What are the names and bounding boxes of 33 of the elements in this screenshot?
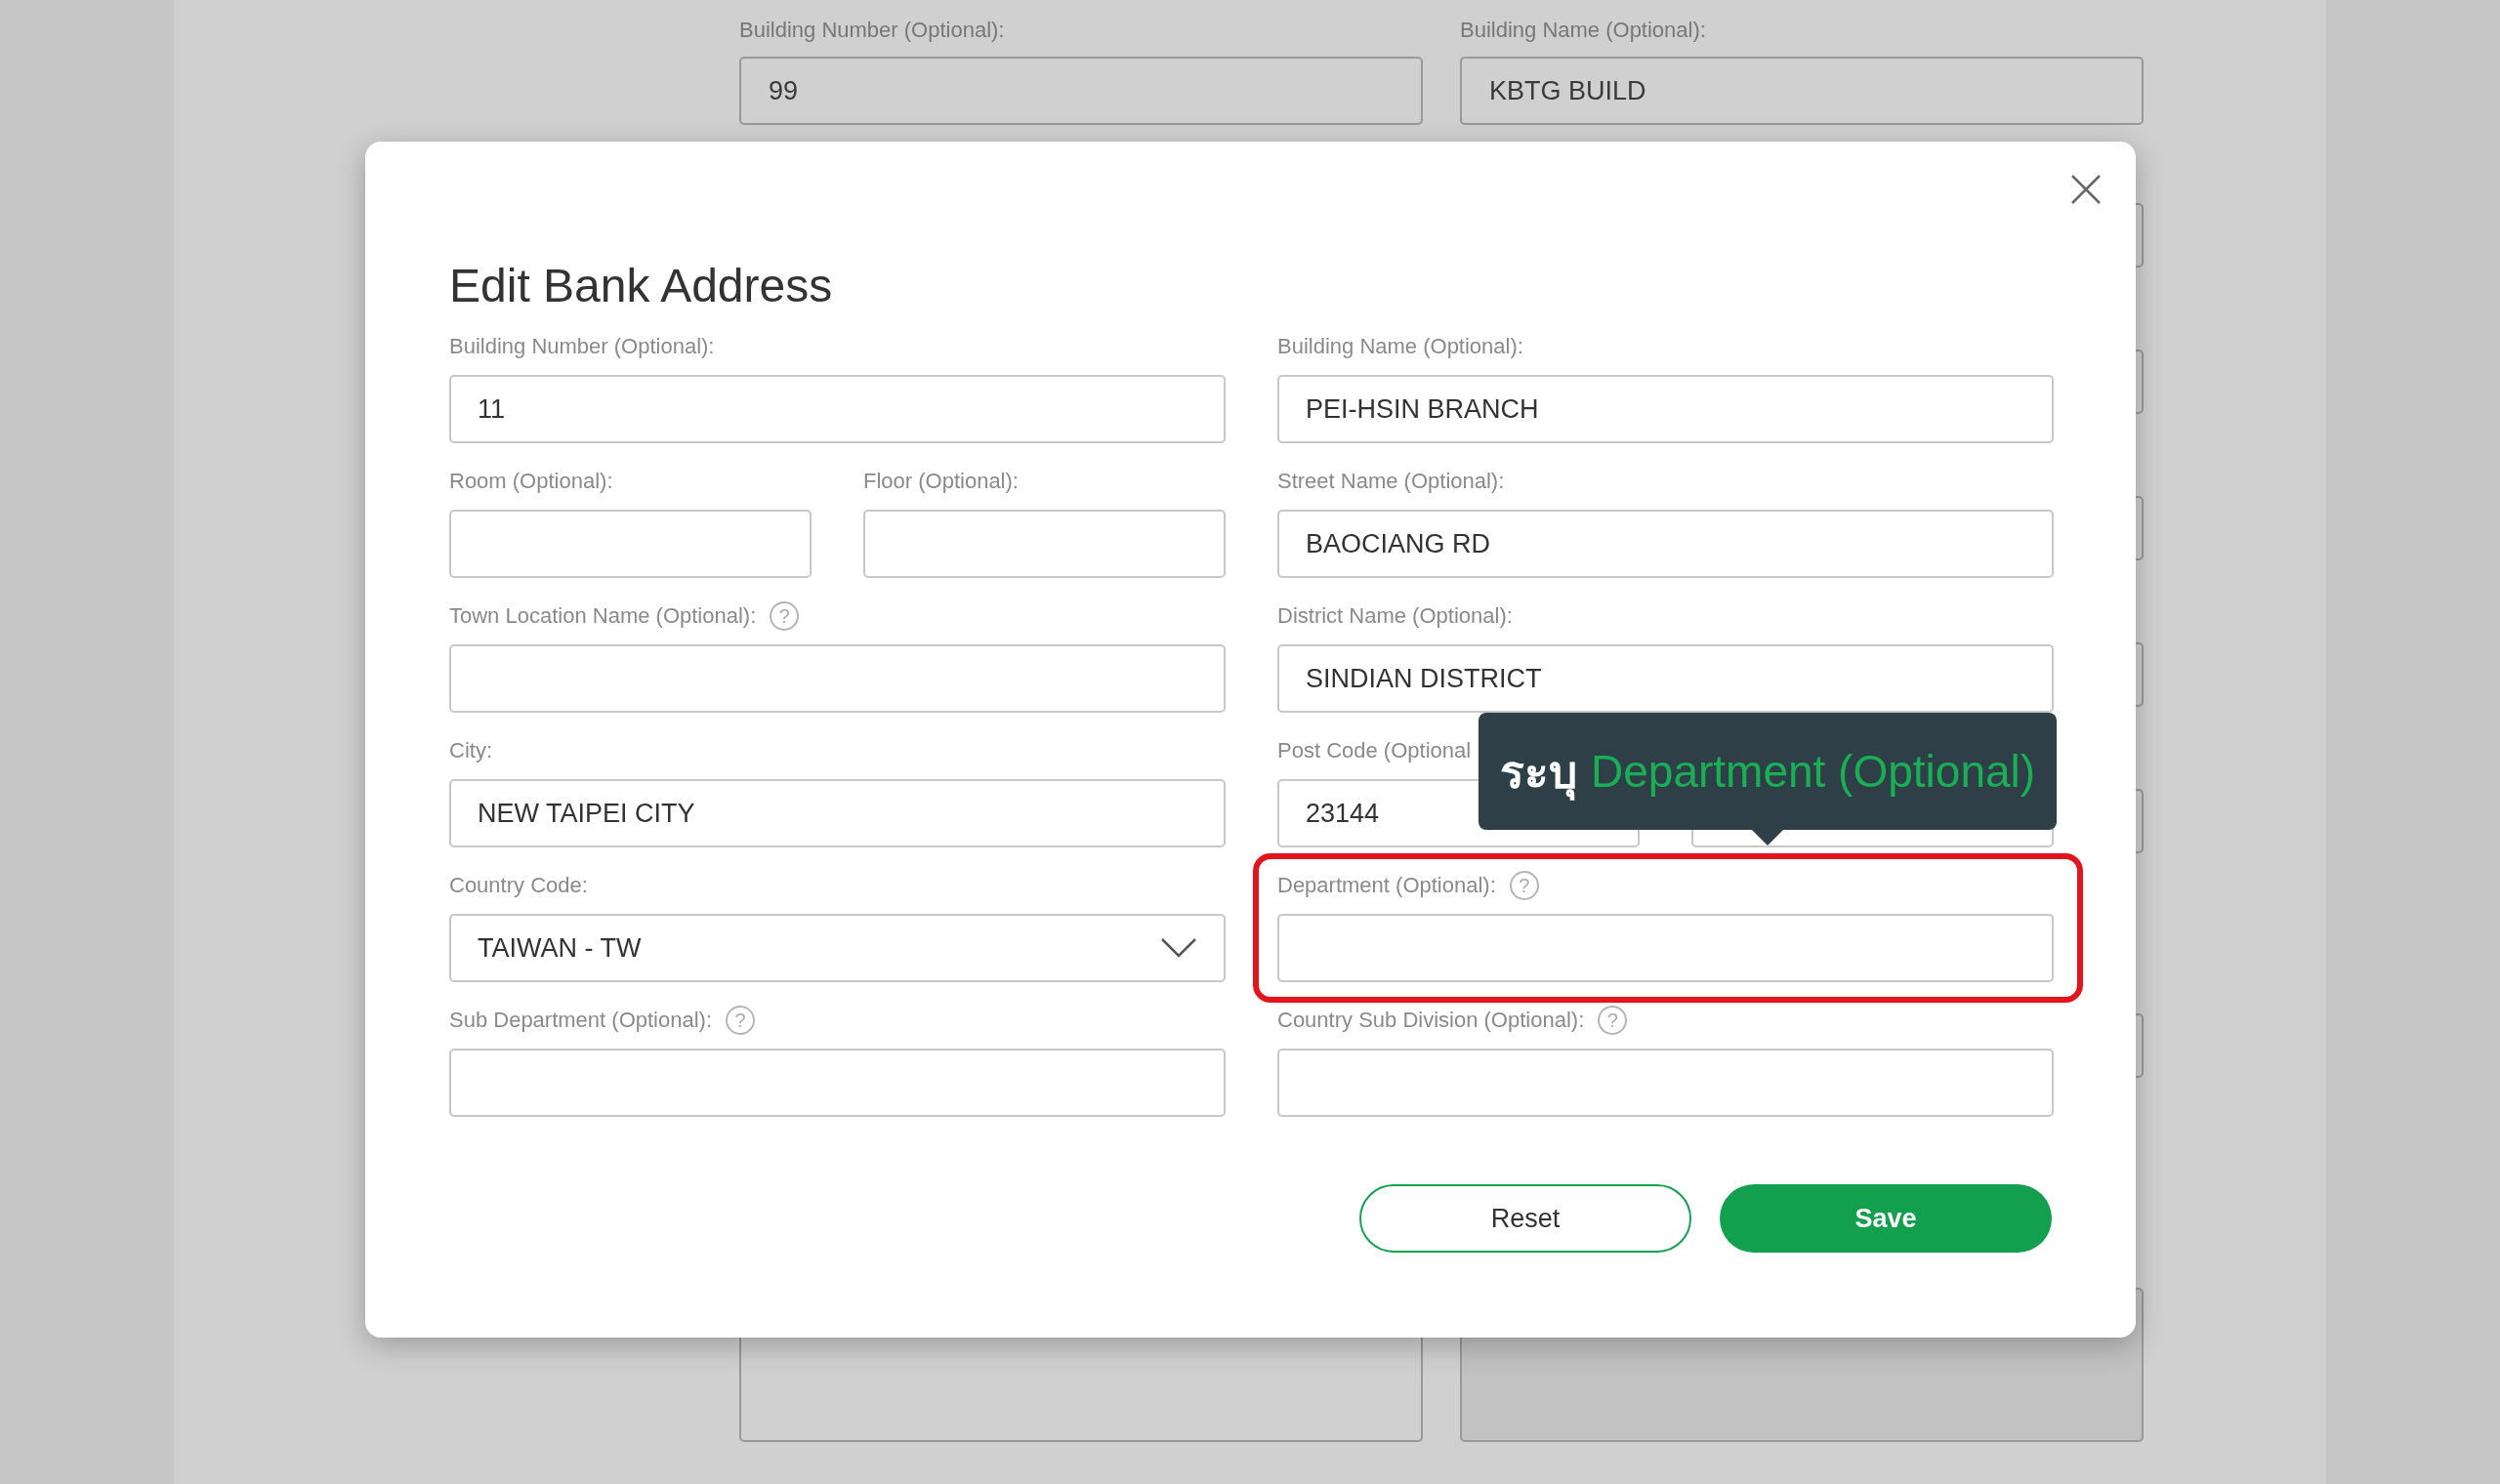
chevron-down-icon — [1160, 937, 1197, 959]
input-field[interactable] — [863, 510, 1226, 578]
select-field[interactable]: TAIWAN - TW — [449, 914, 1226, 982]
field-label: Sub Department (Optional): — [449, 1008, 713, 1033]
input-field[interactable] — [449, 1049, 1226, 1117]
field-label: Building Name (Optional): — [1460, 18, 1707, 43]
field-label: City: — [449, 738, 492, 763]
input-field[interactable]: 99 — [739, 57, 1423, 125]
input-field[interactable]: SINDIAN DISTRICT — [1277, 644, 2054, 713]
field-label: Country Sub Division (Optional): — [1277, 1008, 1585, 1033]
field-label: Street Name (Optional): — [1277, 469, 1505, 494]
input-field[interactable]: NEW TAIPEI CITY — [449, 779, 1226, 847]
input-field[interactable]: KBTG BUILD — [1460, 57, 2144, 125]
input-field[interactable] — [1277, 1049, 2054, 1117]
close-icon[interactable] — [2069, 173, 2103, 206]
reset-button[interactable]: Reset — [1359, 1184, 1691, 1253]
field-label: Department (Optional): — [1277, 873, 1496, 898]
field-label: Building Number (Optional): — [449, 334, 715, 359]
field-label: Floor (Optional): — [863, 469, 1019, 494]
field-label: Building Number (Optional): — [739, 18, 1006, 43]
dialog-title: Edit Bank Address — [449, 259, 834, 313]
input-field[interactable]: 11 — [449, 375, 1226, 443]
field-label: Town Location Name (Optional): — [449, 603, 757, 629]
field-label: Room (Optional): — [449, 469, 613, 494]
input-field[interactable] — [449, 644, 1226, 713]
input-field[interactable] — [1277, 914, 2054, 982]
field-label: Post Code (Optional — [1277, 738, 1472, 763]
input-field[interactable] — [449, 510, 812, 578]
field-label: Building Name (Optional): — [1277, 334, 1523, 359]
field-label: District Name (Optional): — [1277, 603, 1513, 629]
field-label: Country Code: — [449, 873, 588, 898]
input-field[interactable]: BAOCIANG RD — [1277, 510, 2054, 578]
input-field[interactable]: PEI-HSIN BRANCH — [1277, 375, 2054, 443]
